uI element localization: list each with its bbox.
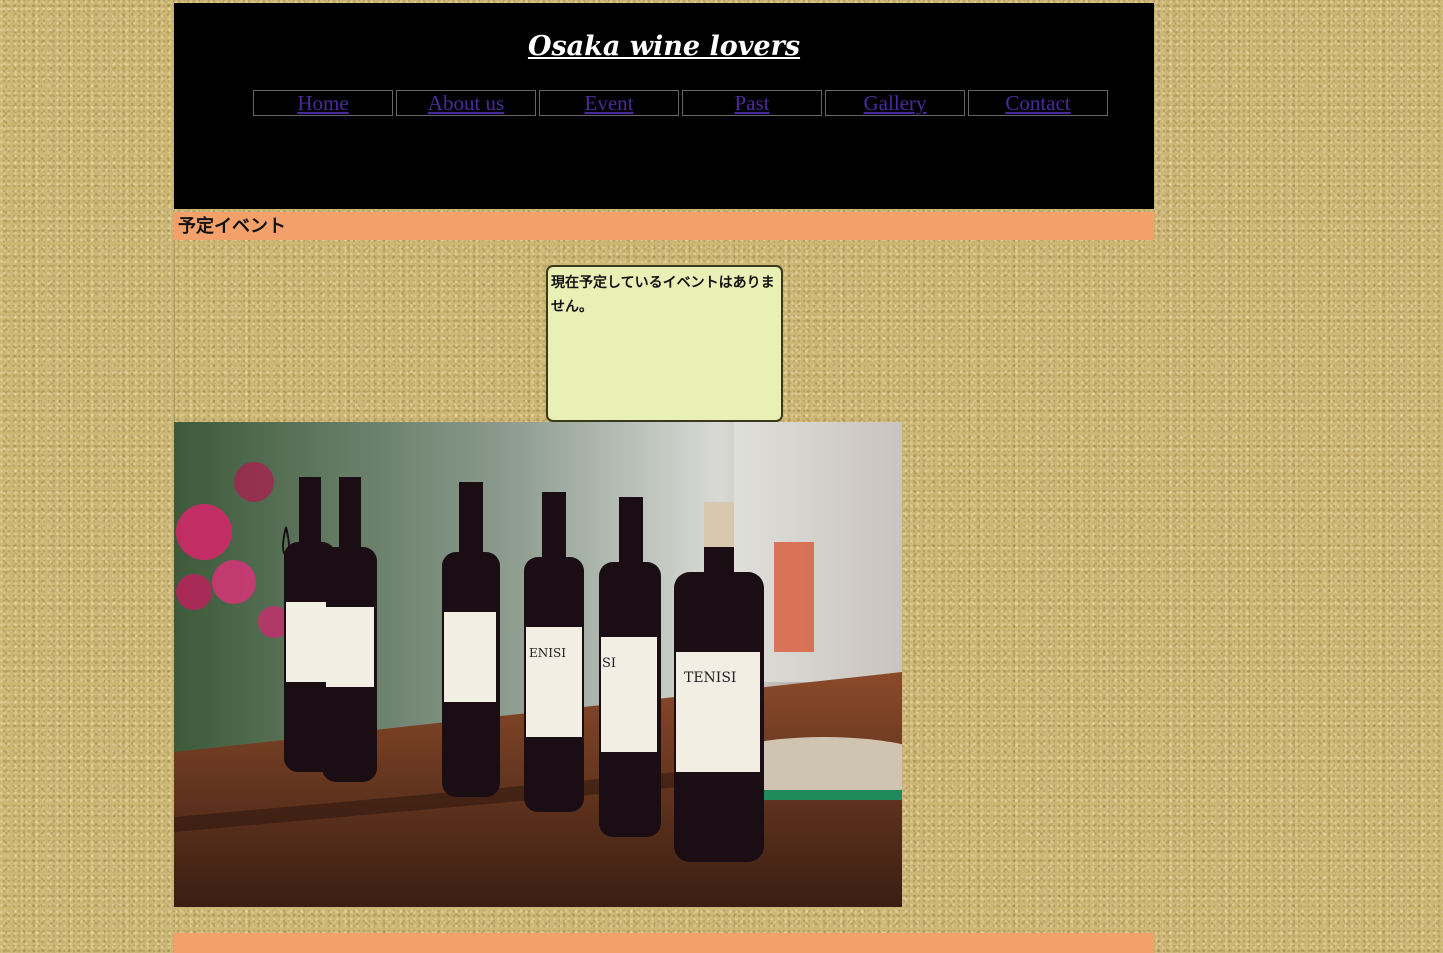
nav-contact[interactable]: Contact <box>968 90 1108 116</box>
bottle-label-text: SI <box>602 656 616 671</box>
nav-home[interactable]: Home <box>253 90 393 116</box>
site-title-link[interactable]: Osaka wine lovers <box>174 31 1154 62</box>
footer-bar <box>174 933 1154 953</box>
nav-about-us[interactable]: About us <box>396 90 536 116</box>
site-header: Osaka wine lovers Home About us Event Pa… <box>174 3 1154 209</box>
bottle-label-text: TENISI <box>684 670 736 686</box>
wine-bottles-photo: TENISI SI ENISI <box>174 422 902 907</box>
nav-past[interactable]: Past <box>682 90 822 116</box>
event-content: 現在予定しているイベントはありません。 <box>174 240 1154 422</box>
main-nav: Home About us Event Past Gallery Contact <box>253 90 1111 116</box>
wine-bottles-image: TENISI SI ENISI <box>174 422 902 907</box>
no-events-notice: 現在予定しているイベントはありません。 <box>546 265 783 422</box>
bottle-label-text: ENISI <box>529 646 566 660</box>
section-title: 予定イベント <box>174 212 1154 240</box>
nav-gallery[interactable]: Gallery <box>825 90 965 116</box>
nav-event[interactable]: Event <box>539 90 679 116</box>
page: Osaka wine lovers Home About us Event Pa… <box>174 3 1154 907</box>
